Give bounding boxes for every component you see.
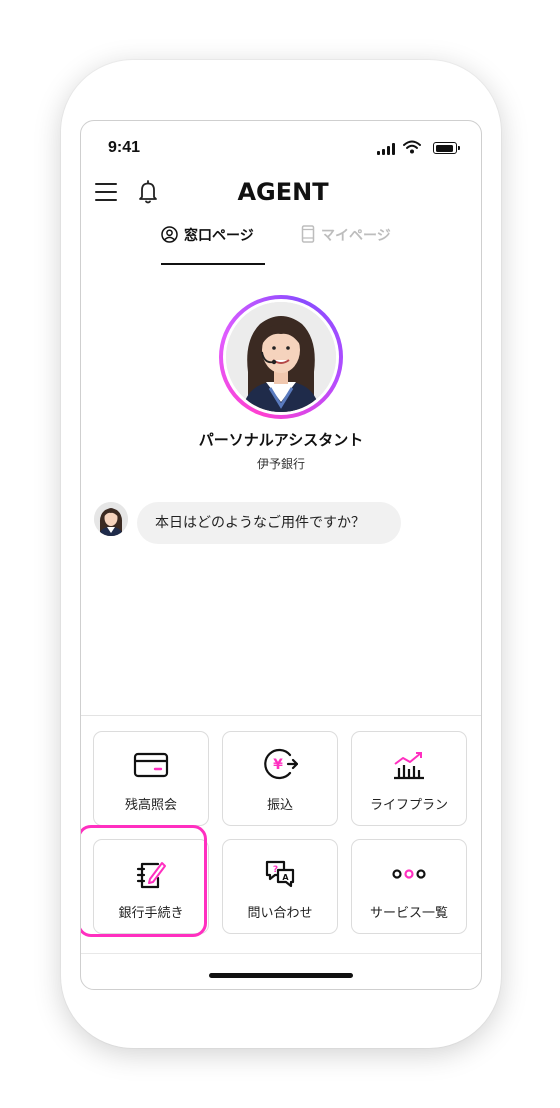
agent-avatar-ring — [219, 295, 343, 419]
svg-text:A: A — [282, 873, 289, 882]
svg-text:?: ? — [273, 865, 278, 875]
yen-transfer-icon: ¥ — [264, 748, 298, 780]
menu-label: 残高照会 — [124, 798, 177, 813]
agent-name: パーソナルアシスタント — [198, 431, 364, 449]
tab-label: マイページ — [321, 228, 391, 244]
tab-label: 窓口ページ — [184, 228, 254, 244]
menu-label: 振込 — [266, 798, 293, 813]
card-icon — [133, 752, 169, 778]
menu-icon[interactable] — [95, 183, 117, 201]
highlight-frame — [81, 825, 207, 937]
growth-chart-icon — [394, 752, 424, 780]
phone-device-icon — [301, 225, 315, 243]
menu-life-plan[interactable]: ライフプラン — [351, 731, 467, 826]
menu-label: サービス一覧 — [369, 906, 448, 921]
chat-bubbles-icon: ? A — [265, 860, 295, 888]
battery-icon — [433, 142, 460, 154]
more-dots-icon — [392, 869, 426, 879]
bottom-divider — [81, 953, 481, 954]
home-indicator[interactable] — [209, 973, 353, 978]
app-logo: AGENT — [237, 178, 329, 206]
menu-label: 問い合わせ — [247, 906, 313, 921]
status-bar: 9:41 — [81, 121, 481, 165]
menu-balance-inquiry[interactable]: 残高照会 — [93, 731, 209, 826]
signal-icon — [377, 143, 395, 155]
tab-my-page[interactable]: マイページ — [301, 225, 391, 263]
divider — [81, 715, 481, 716]
status-time: 9:41 — [108, 139, 141, 156]
app-screen: 9:41 AGENT 窓口ページ マイページ パーソナルアシスタント 伊予銀行 … — [80, 120, 482, 990]
menu-inquiry[interactable]: ? A 問い合わせ — [222, 839, 338, 934]
bell-icon[interactable] — [138, 179, 158, 205]
chat-bubble: 本日はどのようなご用件ですか？ — [137, 502, 401, 544]
menu-label: ライフプラン — [369, 798, 448, 813]
agent-small-avatar — [94, 502, 128, 536]
tab-window-page[interactable]: 窓口ページ — [161, 225, 265, 265]
menu-service-list[interactable]: サービス一覧 — [351, 839, 467, 934]
agent-bank: 伊予銀行 — [256, 457, 305, 471]
agent-avatar — [226, 302, 336, 412]
svg-text:¥: ¥ — [273, 757, 283, 773]
menu-transfer[interactable]: ¥ 振込 — [222, 731, 338, 826]
wifi-icon — [403, 140, 421, 154]
user-circle-icon — [161, 226, 178, 243]
